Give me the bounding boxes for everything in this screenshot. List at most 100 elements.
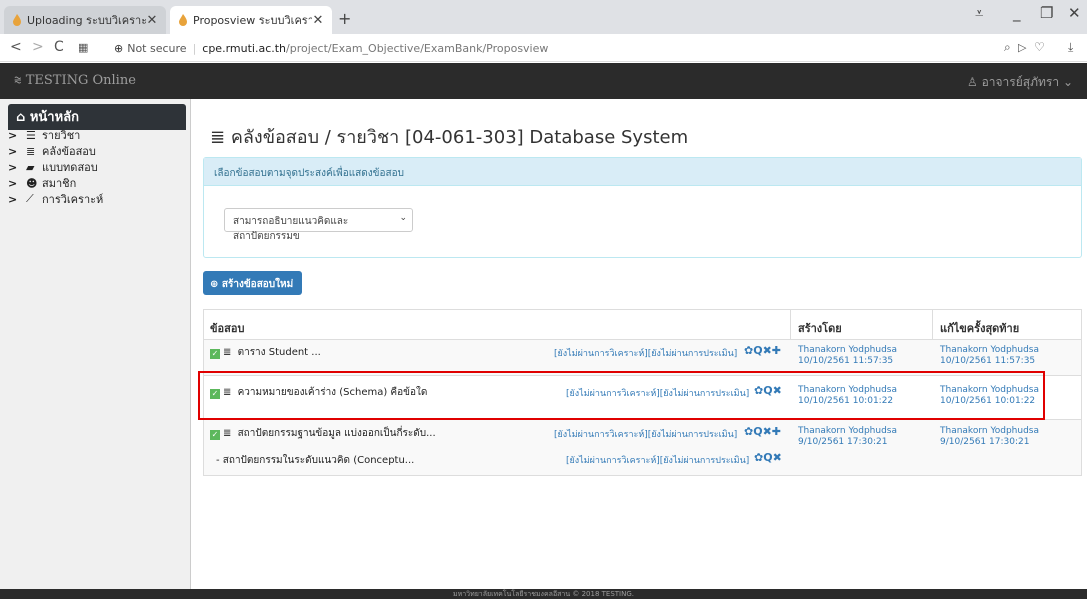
edited-by[interactable]: Thanakorn Yodphudsa	[940, 345, 1039, 356]
status-text: [ยังไม่ผ่านการวิเคราะห์][ยังไม่ผ่านการปร…	[566, 456, 750, 466]
sidebar-item-label: การวิเคราะห์	[42, 193, 104, 206]
download-icon[interactable]: ⤓	[1068, 40, 1073, 55]
objective-select-value: สามารถอธิบายแนวคิดและสถาปัตยกรรมข	[233, 216, 349, 242]
question-cell[interactable]: ✓ ≣ ตาราง Student ...	[210, 345, 321, 360]
globe-icon: ⊕	[114, 41, 124, 55]
add-icon[interactable]: ✚	[772, 344, 781, 357]
filter-panel-heading: เลือกข้อสอบตามจุดประสงค์เพื่อแสดงข้อสอบ	[204, 158, 1081, 186]
created-by[interactable]: Thanakorn Yodphudsa	[798, 426, 897, 437]
column-header-created-by[interactable]: สร้างโดย	[792, 310, 848, 340]
sidebar-item-tests[interactable]: > ▰ แบบทดสอบ	[8, 160, 98, 175]
column-header-question[interactable]: ข้อสอบ	[204, 310, 250, 340]
chevron-right-icon: >	[8, 176, 18, 190]
user-name: อาจารย์สุภัทรา	[981, 75, 1060, 89]
chevron-right-icon: >	[8, 144, 18, 158]
brand-logo[interactable]: ⩬ TESTING Online	[14, 73, 136, 88]
security-label: Not secure	[127, 41, 187, 55]
browser-tab-proposview[interactable]: Proposview ระบบวิเคราะห์ข้อ ✕	[170, 6, 332, 34]
close-tab-icon[interactable]: ✕	[146, 13, 158, 28]
book-icon: ▰	[26, 160, 35, 174]
play-icon[interactable]: ▷	[1018, 41, 1026, 54]
plus-circle-icon: ⊕	[210, 279, 219, 290]
delete-icon[interactable]: ✖	[763, 425, 772, 438]
url-divider: |	[192, 41, 197, 55]
forward-icon[interactable]: >	[32, 39, 44, 55]
restore-icon[interactable]: ❐	[1040, 4, 1053, 22]
sidebar-home[interactable]: ⌂ หน้าหลัก	[8, 104, 186, 130]
settings-icon[interactable]: ✿	[744, 425, 753, 438]
tab-title: Proposview ระบบวิเคราะห์ข้อ	[193, 14, 312, 27]
flame-icon	[179, 14, 187, 26]
app-navbar: ⩬ TESTING Online ♙ อาจารย์สุภัทรา ⌄	[0, 63, 1087, 99]
home-icon: ⌂	[16, 110, 26, 125]
table-row: ✓ ≣ ตาราง Student ... [ยังไม่ผ่านการวิเคร…	[204, 339, 1081, 375]
users-icon: ☻	[26, 176, 38, 190]
tab-list-icon[interactable]: ⩡	[975, 4, 983, 22]
sidebar-item-analysis[interactable]: > ⟋ การวิเคราะห์	[8, 192, 103, 206]
chevron-down-icon: ⌄	[1062, 75, 1073, 89]
search-icon[interactable]: Q	[753, 425, 762, 438]
minimize-icon[interactable]: _	[1013, 4, 1021, 22]
status-text: [ยังไม่ผ่านการวิเคราะห์][ยังไม่ผ่านการปร…	[554, 430, 738, 440]
settings-icon[interactable]: ✿	[744, 344, 753, 357]
database-icon: ≣	[223, 428, 232, 439]
sidebar-item-members[interactable]: > ☻ สมาชิก	[8, 176, 76, 191]
question-cell[interactable]: ✓ ≣ สถาปัตยกรรมฐานข้อมูล แบ่งออกเป็นกี่ระ…	[210, 426, 436, 441]
url-path: /project/Exam_Objective/ExamBank/Proposv…	[286, 41, 549, 55]
status-text: [ยังไม่ผ่านการวิเคราะห์][ยังไม่ผ่านการปร…	[554, 349, 738, 359]
sub-question-cell[interactable]: - สถาปัตยกรรมในระดับแนวคิด (Conceptu...	[216, 453, 414, 468]
column-header-last-edited[interactable]: แก้ไขครั้งสุดท้าย	[934, 310, 1025, 340]
row-actions: ✿Q✖✚	[744, 344, 781, 357]
search-icon[interactable]: Q	[763, 451, 772, 464]
url-field[interactable]: ⊕ Not secure | cpe.rmuti.ac.th /project/…	[114, 37, 1054, 59]
created-by[interactable]: Thanakorn Yodphudsa	[798, 345, 897, 356]
highlight-box	[198, 371, 1045, 420]
user-icon: ♙	[966, 75, 978, 89]
chevron-down-icon: ⌄	[399, 213, 407, 223]
page-title: ≣ คลังข้อสอบ / รายวิชา [04-061-303] Data…	[210, 122, 688, 151]
user-menu[interactable]: ♙ อาจารย์สุภัทรา ⌄	[967, 73, 1073, 92]
delete-icon[interactable]: ✖	[763, 344, 772, 357]
list-icon: ☰	[26, 128, 36, 142]
row-actions: ✿Q✖	[754, 451, 782, 464]
check-icon: ✓	[210, 430, 220, 440]
delete-icon[interactable]: ✖	[773, 451, 782, 464]
address-bar: < > C ▦ ⊕ Not secure | cpe.rmuti.ac.th /…	[0, 34, 1087, 62]
new-tab-button[interactable]: +	[338, 9, 351, 28]
search-icon[interactable]: Q	[753, 344, 762, 357]
edited-cell: Thanakorn Yodphudsa 10/10/2561 11:57:35	[940, 345, 1039, 367]
database-icon: ≣	[26, 144, 36, 158]
brand-name: TESTING Online	[25, 73, 136, 88]
created-cell: Thanakorn Yodphudsa 10/10/2561 11:57:35	[798, 345, 897, 367]
url-host: cpe.rmuti.ac.th	[202, 41, 287, 55]
browser-tab-uploading[interactable]: Uploading ระบบวิเคราะห์ข้อ ✕	[4, 6, 166, 34]
chevron-right-icon: >	[8, 160, 18, 174]
created-at: 10/10/2561 11:57:35	[798, 356, 894, 366]
edited-cell: Thanakorn Yodphudsa 9/10/2561 17:30:21	[940, 426, 1039, 448]
chart-icon: ⟋	[26, 192, 34, 205]
window-close-icon[interactable]: ✕	[1068, 4, 1081, 22]
question-text: สถาปัตยกรรมฐานข้อมูล แบ่งออกเป็นกี่ระดับ…	[237, 428, 436, 439]
apps-grid-icon[interactable]: ▦	[78, 41, 88, 54]
home-label: หน้าหลัก	[29, 110, 80, 125]
heart-icon[interactable]: ♡	[1034, 40, 1045, 54]
database-icon: ≣	[210, 127, 226, 148]
add-icon[interactable]: ✚	[772, 425, 781, 438]
create-exam-button[interactable]: ⊕ สร้างข้อสอบใหม่	[203, 271, 302, 295]
back-icon[interactable]: <	[10, 39, 22, 55]
objective-select[interactable]: สามารถอธิบายแนวคิดและสถาปัตยกรรมข ⌄	[224, 208, 413, 242]
table-row: ✓ ≣ สถาปัตยกรรมฐานข้อมูล แบ่งออกเป็นกี่ระ…	[204, 419, 1081, 475]
question-text: ตาราง Student ...	[237, 347, 321, 358]
edited-by[interactable]: Thanakorn Yodphudsa	[940, 426, 1039, 437]
settings-icon[interactable]: ✿	[754, 451, 763, 464]
tab-title: Uploading ระบบวิเคราะห์ข้อ	[27, 14, 146, 27]
reload-icon[interactable]: C	[54, 39, 64, 55]
close-tab-icon[interactable]: ✕	[312, 13, 324, 28]
sidebar-item-exam-bank[interactable]: > ≣ คลังข้อสอบ	[8, 144, 96, 159]
edited-at: 10/10/2561 11:57:35	[940, 356, 1036, 366]
browser-tab-bar: Uploading ระบบวิเคราะห์ข้อ ✕ Proposview …	[0, 0, 1087, 34]
search-icon[interactable]: ⌕	[1004, 40, 1011, 55]
created-cell: Thanakorn Yodphudsa 9/10/2561 17:30:21	[798, 426, 897, 448]
sidebar-item-courses[interactable]: > ☰ รายวิชา	[8, 128, 80, 143]
layers-icon: ⩬	[14, 73, 22, 88]
